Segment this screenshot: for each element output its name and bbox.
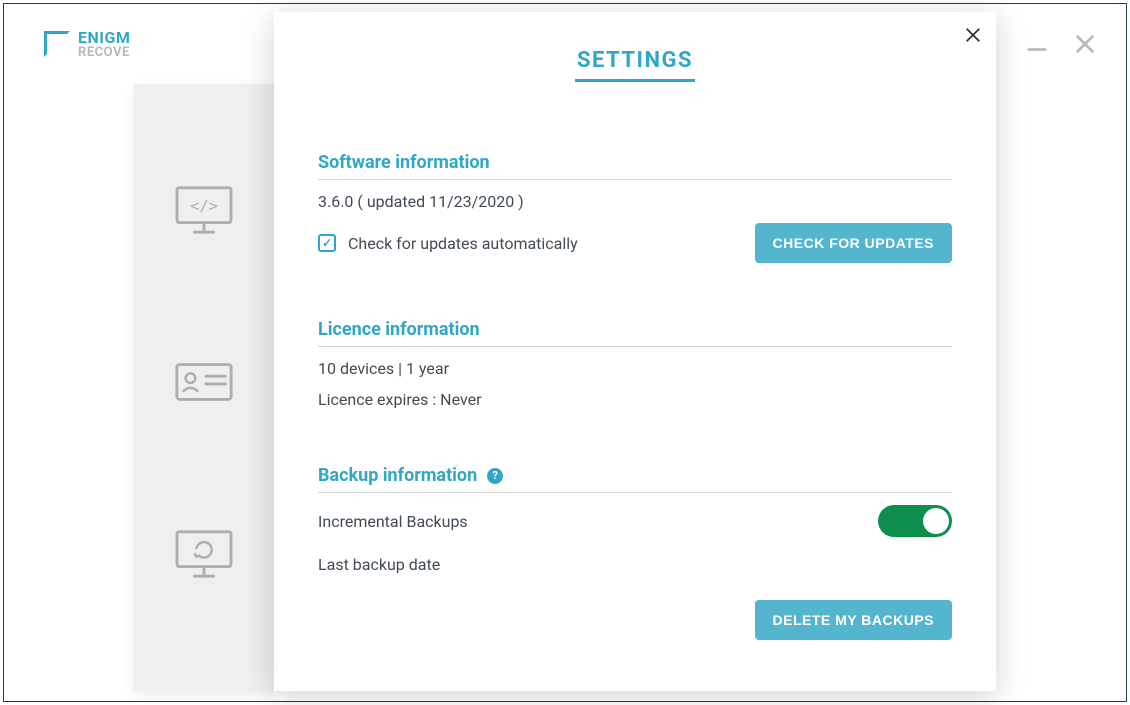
backup-heading-text: Backup information — [318, 465, 477, 486]
incremental-toggle[interactable] — [878, 505, 952, 537]
svg-text:</>: </> — [190, 197, 218, 215]
sidebar: </> — [134, 84, 274, 691]
delete-backups-button[interactable]: DELETE MY BACKUPS — [755, 600, 952, 640]
software-section: Software information 3.6.0 ( updated 11/… — [318, 152, 952, 263]
minimize-icon[interactable] — [1026, 33, 1048, 55]
close-icon[interactable] — [964, 26, 982, 44]
app-logo: ENIGM RECOVE — [44, 30, 130, 59]
last-backup-label: Last backup date — [318, 555, 952, 574]
delete-row: DELETE MY BACKUPS — [318, 600, 952, 640]
software-version: 3.6.0 ( updated 11/23/2020 ) — [318, 192, 952, 211]
logo-mark-icon — [44, 31, 70, 57]
licence-card-icon[interactable] — [173, 356, 235, 408]
backup-heading: Backup information ? — [318, 465, 952, 493]
auto-update-label: Check for updates automatically — [348, 234, 578, 253]
incremental-label: Incremental Backups — [318, 512, 468, 531]
help-icon[interactable]: ? — [487, 468, 503, 484]
backup-section: Backup information ? Incremental Backups… — [318, 465, 952, 640]
logo-text: ENIGM RECOVE — [78, 30, 130, 59]
window-controls — [1026, 33, 1096, 55]
software-row: ✓ Check for updates automatically CHECK … — [318, 223, 952, 263]
licence-heading: Licence information — [318, 319, 952, 347]
licence-section: Licence information 10 devices | 1 year … — [318, 319, 952, 409]
software-monitor-icon[interactable]: </> — [173, 184, 235, 236]
modal-title: SETTINGS — [318, 48, 952, 73]
incremental-row: Incremental Backups — [318, 505, 952, 537]
toggle-knob — [923, 508, 949, 534]
licence-summary: 10 devices | 1 year — [318, 359, 952, 378]
settings-modal: SETTINGS Software information 3.6.0 ( up… — [274, 12, 996, 691]
check-updates-button[interactable]: CHECK FOR UPDATES — [755, 223, 952, 263]
auto-update-row[interactable]: ✓ Check for updates automatically — [318, 234, 578, 253]
logo-line2: RECOVE — [78, 46, 130, 59]
licence-expires: Licence expires : Never — [318, 390, 952, 409]
close-window-icon[interactable] — [1074, 33, 1096, 55]
backup-monitor-icon[interactable] — [173, 528, 235, 580]
auto-update-checkbox[interactable]: ✓ — [318, 234, 336, 252]
logo-line1: ENIGM — [78, 28, 130, 47]
title-underline — [575, 79, 695, 82]
software-heading: Software information — [318, 152, 952, 180]
app-window: ENIGM RECOVE </> — [3, 3, 1127, 702]
